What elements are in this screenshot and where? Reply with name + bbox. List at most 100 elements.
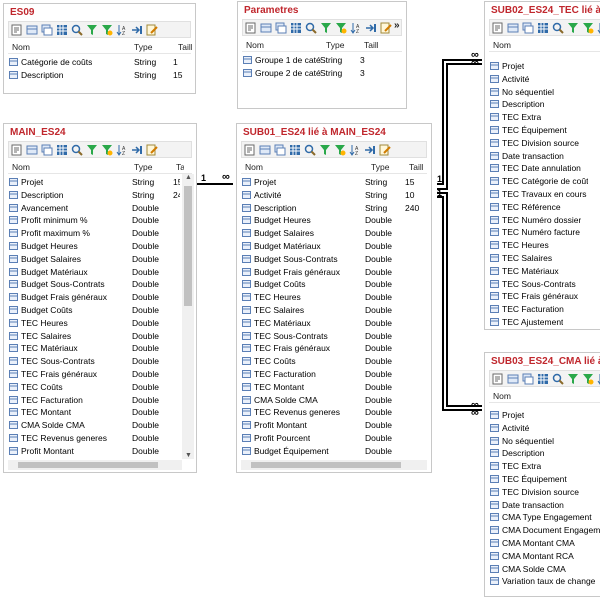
column-header-name[interactable]: Nom xyxy=(245,162,263,172)
table-row[interactable]: Catégorie de coûts String 1 xyxy=(8,56,191,69)
table-row[interactable]: TEC Division source xyxy=(489,486,600,499)
search-icon[interactable] xyxy=(304,144,316,156)
table-row[interactable]: TEC Matériaux xyxy=(489,265,600,278)
table-row[interactable]: TEC Numéro facture xyxy=(489,226,600,239)
table-row[interactable]: TEC Frais généraux Double xyxy=(241,342,427,355)
table-row[interactable]: Activité xyxy=(489,422,600,435)
table-row[interactable]: TEC Sous-Contrats Double xyxy=(241,330,427,343)
table-row[interactable]: TEC Coûts Double xyxy=(8,381,180,394)
table-es09[interactable]: ES09 AZ Nom Type Taille Catégorie de coû… xyxy=(3,3,196,94)
search-icon[interactable] xyxy=(71,144,83,156)
filter-icon[interactable] xyxy=(567,22,579,34)
table-copy-icon[interactable] xyxy=(41,24,53,36)
table-row[interactable]: Description String 15 xyxy=(8,69,191,82)
table-row[interactable]: CMA Type Engagement xyxy=(489,511,600,524)
table-copy-icon[interactable] xyxy=(275,22,287,34)
table-row[interactable]: Profit Montant Double xyxy=(241,419,427,432)
column-header-size[interactable]: Taille xyxy=(178,42,192,52)
toolbar-more-button[interactable]: » xyxy=(394,20,400,31)
properties-icon[interactable] xyxy=(11,24,23,36)
horizontal-scrollbar[interactable] xyxy=(8,460,182,470)
table-icon[interactable] xyxy=(260,22,272,34)
table-row[interactable]: Budget Équipement Double xyxy=(241,445,427,458)
link-icon[interactable] xyxy=(131,24,143,36)
table-row[interactable]: Budget Salaires Double xyxy=(241,227,427,240)
table-row[interactable]: CMA Document Engagement xyxy=(489,524,600,537)
table-row[interactable]: TEC Extra xyxy=(489,111,600,124)
table-row[interactable]: TEC Équipement xyxy=(489,124,600,137)
table-icon[interactable] xyxy=(507,22,519,34)
table-row[interactable]: Budget Frais généraux Double xyxy=(8,291,180,304)
table-row[interactable]: TEC Heures Double xyxy=(8,317,180,330)
filter-clear-icon[interactable] xyxy=(101,24,113,36)
search-icon[interactable] xyxy=(552,373,564,385)
table-copy-icon[interactable] xyxy=(522,22,534,34)
properties-icon[interactable] xyxy=(492,22,504,34)
table-row[interactable]: TEC Heures xyxy=(489,239,600,252)
table-row[interactable]: Budget Coûts Double xyxy=(8,304,180,317)
column-header-type[interactable]: Type xyxy=(134,42,152,52)
column-header-type[interactable]: Type xyxy=(371,162,389,172)
table-row[interactable]: Profit maximum % Double xyxy=(8,227,180,240)
properties-icon[interactable] xyxy=(245,22,257,34)
table-copy-icon[interactable] xyxy=(41,144,53,156)
table-icon[interactable] xyxy=(259,144,271,156)
table-row[interactable]: Budget Heures Double xyxy=(241,214,427,227)
table-row[interactable]: No séquentiel xyxy=(489,435,600,448)
filter-clear-icon[interactable] xyxy=(582,373,594,385)
table-row[interactable]: TEC Revenus generes Double xyxy=(241,406,427,419)
link-icon[interactable] xyxy=(364,144,376,156)
filter-icon[interactable] xyxy=(320,22,332,34)
sort-icon[interactable]: AZ xyxy=(349,144,361,156)
column-header-name[interactable]: Nom xyxy=(12,42,30,52)
filter-icon[interactable] xyxy=(86,144,98,156)
grid-icon[interactable] xyxy=(290,22,302,34)
edit-icon[interactable] xyxy=(146,144,158,156)
table-row[interactable]: TEC Revenus generes Double xyxy=(8,432,180,445)
table-row[interactable]: CMA Solde CMA Double xyxy=(8,419,180,432)
search-icon[interactable] xyxy=(305,22,317,34)
scroll-thumb[interactable] xyxy=(251,462,401,468)
table-row[interactable]: Activité String 10 xyxy=(241,189,427,202)
filter-icon[interactable] xyxy=(86,24,98,36)
filter-icon[interactable] xyxy=(567,373,579,385)
table-row[interactable]: Budget Salaires Double xyxy=(8,253,180,266)
table-row[interactable]: Budget Sous-Contrats Double xyxy=(241,253,427,266)
table-row[interactable]: TEC Extra xyxy=(489,460,600,473)
table-row[interactable]: Groupe 1 de catégoriesString 3 xyxy=(242,54,402,67)
table-icon[interactable] xyxy=(26,24,38,36)
table-row[interactable]: Profit Montant Double xyxy=(8,445,180,458)
filter-clear-icon[interactable] xyxy=(334,144,346,156)
scroll-thumb[interactable] xyxy=(184,186,192,306)
table-row[interactable]: TEC Salaires xyxy=(489,252,600,265)
grid-icon[interactable] xyxy=(56,144,68,156)
search-icon[interactable] xyxy=(71,24,83,36)
table-row[interactable]: Activité xyxy=(489,73,600,86)
column-header-size[interactable]: Taille xyxy=(364,40,378,50)
table-row[interactable]: TEC Matériaux Double xyxy=(241,317,427,330)
table-row[interactable]: Description xyxy=(489,98,600,111)
filter-icon[interactable] xyxy=(319,144,331,156)
table-row[interactable]: TEC Salaires Double xyxy=(241,304,427,317)
table-sub03[interactable]: SUB03_ES24_CMA lié à MAIN_ES24 AZ Nom Pr… xyxy=(484,352,600,597)
grid-icon[interactable] xyxy=(537,373,549,385)
column-header-type[interactable]: Type xyxy=(134,162,152,172)
table-row[interactable]: TEC Montant Double xyxy=(241,381,427,394)
table-row[interactable]: Profit minimum % Double xyxy=(8,214,180,227)
table-row[interactable]: Groupe 2 de catégoriesString 3 xyxy=(242,67,402,80)
table-row[interactable]: Projet String 15 xyxy=(8,176,180,189)
table-row[interactable]: TEC Coûts Double xyxy=(241,355,427,368)
table-row[interactable]: TEC Matériaux Double xyxy=(8,342,180,355)
grid-icon[interactable] xyxy=(289,144,301,156)
table-row[interactable]: TEC Numéro dossier xyxy=(489,214,600,227)
table-icon[interactable] xyxy=(26,144,38,156)
link-icon[interactable] xyxy=(131,144,143,156)
table-row[interactable]: Projet xyxy=(489,409,600,422)
column-header-type[interactable]: Type xyxy=(326,40,344,50)
table-row[interactable]: CMA Montant CMA xyxy=(489,537,600,550)
grid-icon[interactable] xyxy=(537,22,549,34)
sort-icon[interactable]: AZ xyxy=(350,22,362,34)
table-row[interactable]: Budget Matériaux Double xyxy=(8,266,180,279)
table-row[interactable]: TEC Montant Double xyxy=(8,406,180,419)
edit-icon[interactable] xyxy=(379,144,391,156)
